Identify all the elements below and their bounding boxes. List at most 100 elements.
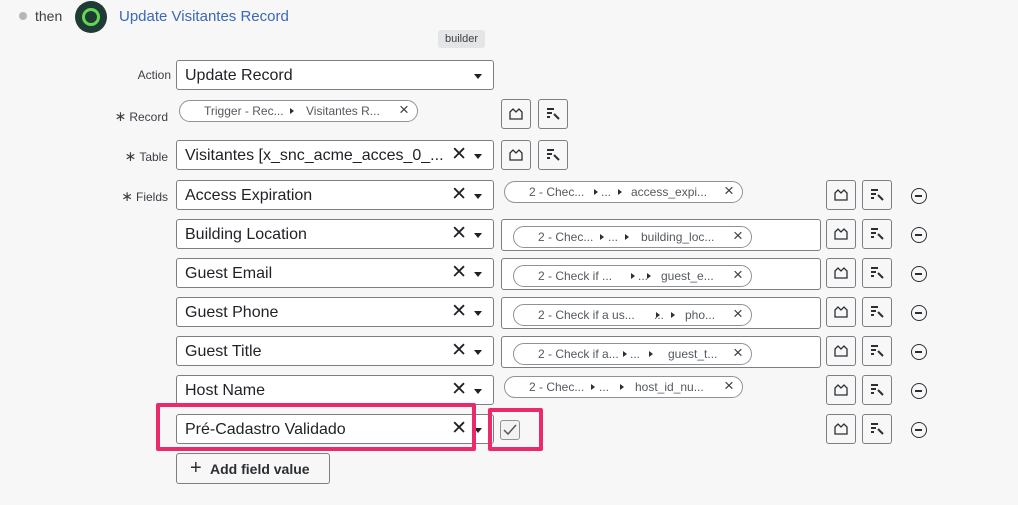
field-select[interactable]: Guest Phone ✕	[176, 297, 494, 327]
remove-field-minus-icon[interactable]	[911, 227, 927, 243]
tooltip: builder	[438, 30, 486, 48]
field-transform-button[interactable]	[862, 180, 892, 210]
add-field-value-button[interactable]: + Add field value	[176, 453, 330, 484]
field-pill-picker-button[interactable]	[826, 219, 856, 249]
clear-x-icon[interactable]: ✕	[451, 301, 467, 323]
field-transform-button[interactable]	[862, 219, 892, 249]
transform-icon	[871, 267, 884, 279]
table-label: ∗ Table	[124, 148, 168, 164]
field-transform-button[interactable]	[862, 375, 892, 405]
field-value-checkbox[interactable]	[500, 420, 520, 440]
transform-icon	[547, 149, 560, 161]
highlight-box-field	[156, 403, 476, 451]
remove-pill-icon[interactable]: ×	[733, 265, 743, 285]
field-value-pill[interactable]: 2 - Chec... ... building_loc... ×	[513, 226, 752, 248]
field-value-pill[interactable]: 2 - Chec... ... host_id_nu... ×	[504, 376, 743, 398]
field-pill-picker-button[interactable]	[826, 258, 856, 288]
field-select[interactable]: Access Expiration ✕	[176, 180, 494, 210]
field-transform-button[interactable]	[862, 336, 892, 366]
clear-x-icon[interactable]: ✕	[451, 262, 467, 284]
remove-field-minus-icon[interactable]	[911, 422, 927, 438]
chevron-right-icon	[618, 189, 622, 195]
plus-icon: +	[190, 457, 202, 479]
field-select[interactable]: Guest Title ✕	[176, 336, 494, 366]
action-select[interactable]: Update Record	[176, 60, 494, 90]
remove-field-minus-icon[interactable]	[911, 188, 927, 204]
clear-x-icon[interactable]: ✕	[451, 340, 467, 362]
field-select[interactable]: Guest Email ✕	[176, 258, 494, 288]
chevron-down-icon	[474, 311, 482, 316]
data-pill-picker-icon	[834, 267, 848, 279]
transform-icon	[871, 345, 884, 357]
chevron-down-icon	[474, 233, 482, 238]
remove-pill-icon[interactable]: ×	[724, 181, 734, 201]
table-transform-button[interactable]	[538, 140, 568, 170]
transform-icon	[871, 423, 884, 435]
asterisk-icon: ∗	[124, 148, 137, 164]
field-pill-picker-button[interactable]	[826, 297, 856, 327]
field-value-pill[interactable]: 2 - Check if a... ... guest_t... ×	[513, 343, 752, 365]
chevron-down-icon	[474, 389, 482, 394]
asterisk-icon: ∗	[114, 108, 127, 124]
data-pill-picker-icon	[834, 228, 848, 240]
field-pill-picker-button[interactable]	[826, 180, 856, 210]
clear-x-icon[interactable]: ✕	[451, 379, 467, 401]
field-pill-picker-button[interactable]	[826, 414, 856, 444]
remove-pill-icon[interactable]: ×	[733, 343, 743, 363]
remove-field-minus-icon[interactable]	[911, 344, 927, 360]
field-transform-button[interactable]	[862, 297, 892, 327]
record-pill-picker-button[interactable]	[501, 99, 531, 129]
record-data-pill[interactable]: Trigger - Rec... Visitantes R... ×	[179, 100, 418, 122]
field-value-pill[interactable]: 2 - Check if a us... ... pho... ×	[513, 304, 752, 326]
data-pill-picker-icon	[834, 306, 848, 318]
field-transform-button[interactable]	[862, 414, 892, 444]
data-pill-picker-icon	[834, 423, 848, 435]
data-pill-picker-icon	[834, 189, 848, 201]
clear-x-icon[interactable]: ✕	[451, 144, 467, 166]
remove-field-minus-icon[interactable]	[911, 266, 927, 282]
record-transform-button[interactable]	[538, 99, 568, 129]
field-select[interactable]: Host Name ✕	[176, 375, 494, 405]
remove-pill-icon[interactable]: ×	[733, 226, 743, 246]
chevron-down-icon	[474, 154, 482, 159]
chevron-right-icon	[600, 234, 604, 240]
chevron-right-icon	[620, 384, 624, 390]
fields-label: ∗ Fields	[121, 188, 168, 204]
checkmark-icon	[503, 424, 517, 436]
step-title-link[interactable]: Update Visitantes Record	[119, 8, 289, 25]
clear-x-icon[interactable]: ✕	[451, 184, 467, 206]
chevron-right-icon	[671, 312, 675, 318]
transform-icon	[871, 384, 884, 396]
field-pill-picker-button[interactable]	[826, 336, 856, 366]
chevron-right-icon	[625, 234, 629, 240]
field-pill-picker-button[interactable]	[826, 375, 856, 405]
remove-field-minus-icon[interactable]	[911, 305, 927, 321]
step-bullet	[19, 12, 27, 20]
then-label: then	[35, 8, 63, 24]
table-pill-picker-button[interactable]	[501, 140, 531, 170]
chevron-down-icon	[474, 194, 482, 199]
chevron-right-icon	[649, 351, 653, 357]
chevron-down-icon	[474, 272, 482, 277]
transform-icon	[547, 108, 560, 120]
flow-logo-icon	[75, 1, 107, 33]
field-value-pill[interactable]: 2 - Chec... ... access_expi... ×	[504, 181, 743, 203]
chevron-right-icon	[594, 189, 598, 195]
remove-field-minus-icon[interactable]	[911, 383, 927, 399]
remove-pill-icon[interactable]: ×	[724, 376, 734, 396]
data-pill-picker-icon	[509, 108, 523, 120]
data-pill-picker-icon	[834, 345, 848, 357]
chevron-right-icon	[631, 273, 635, 279]
chevron-right-icon	[290, 108, 294, 114]
chevron-down-icon	[474, 74, 482, 79]
field-select[interactable]: Building Location ✕	[176, 219, 494, 249]
clear-x-icon[interactable]: ✕	[451, 223, 467, 245]
remove-pill-icon[interactable]: ×	[733, 304, 743, 324]
data-pill-picker-icon	[509, 149, 523, 161]
transform-icon	[871, 228, 884, 240]
asterisk-icon: ∗	[121, 188, 133, 204]
field-value-pill[interactable]: 2 - Check if ... ... guest_e... ×	[513, 265, 752, 287]
table-select[interactable]: Visitantes [x_snc_acme_acces_0_... ✕	[176, 140, 494, 170]
field-transform-button[interactable]	[862, 258, 892, 288]
remove-pill-icon[interactable]: ×	[399, 100, 409, 120]
